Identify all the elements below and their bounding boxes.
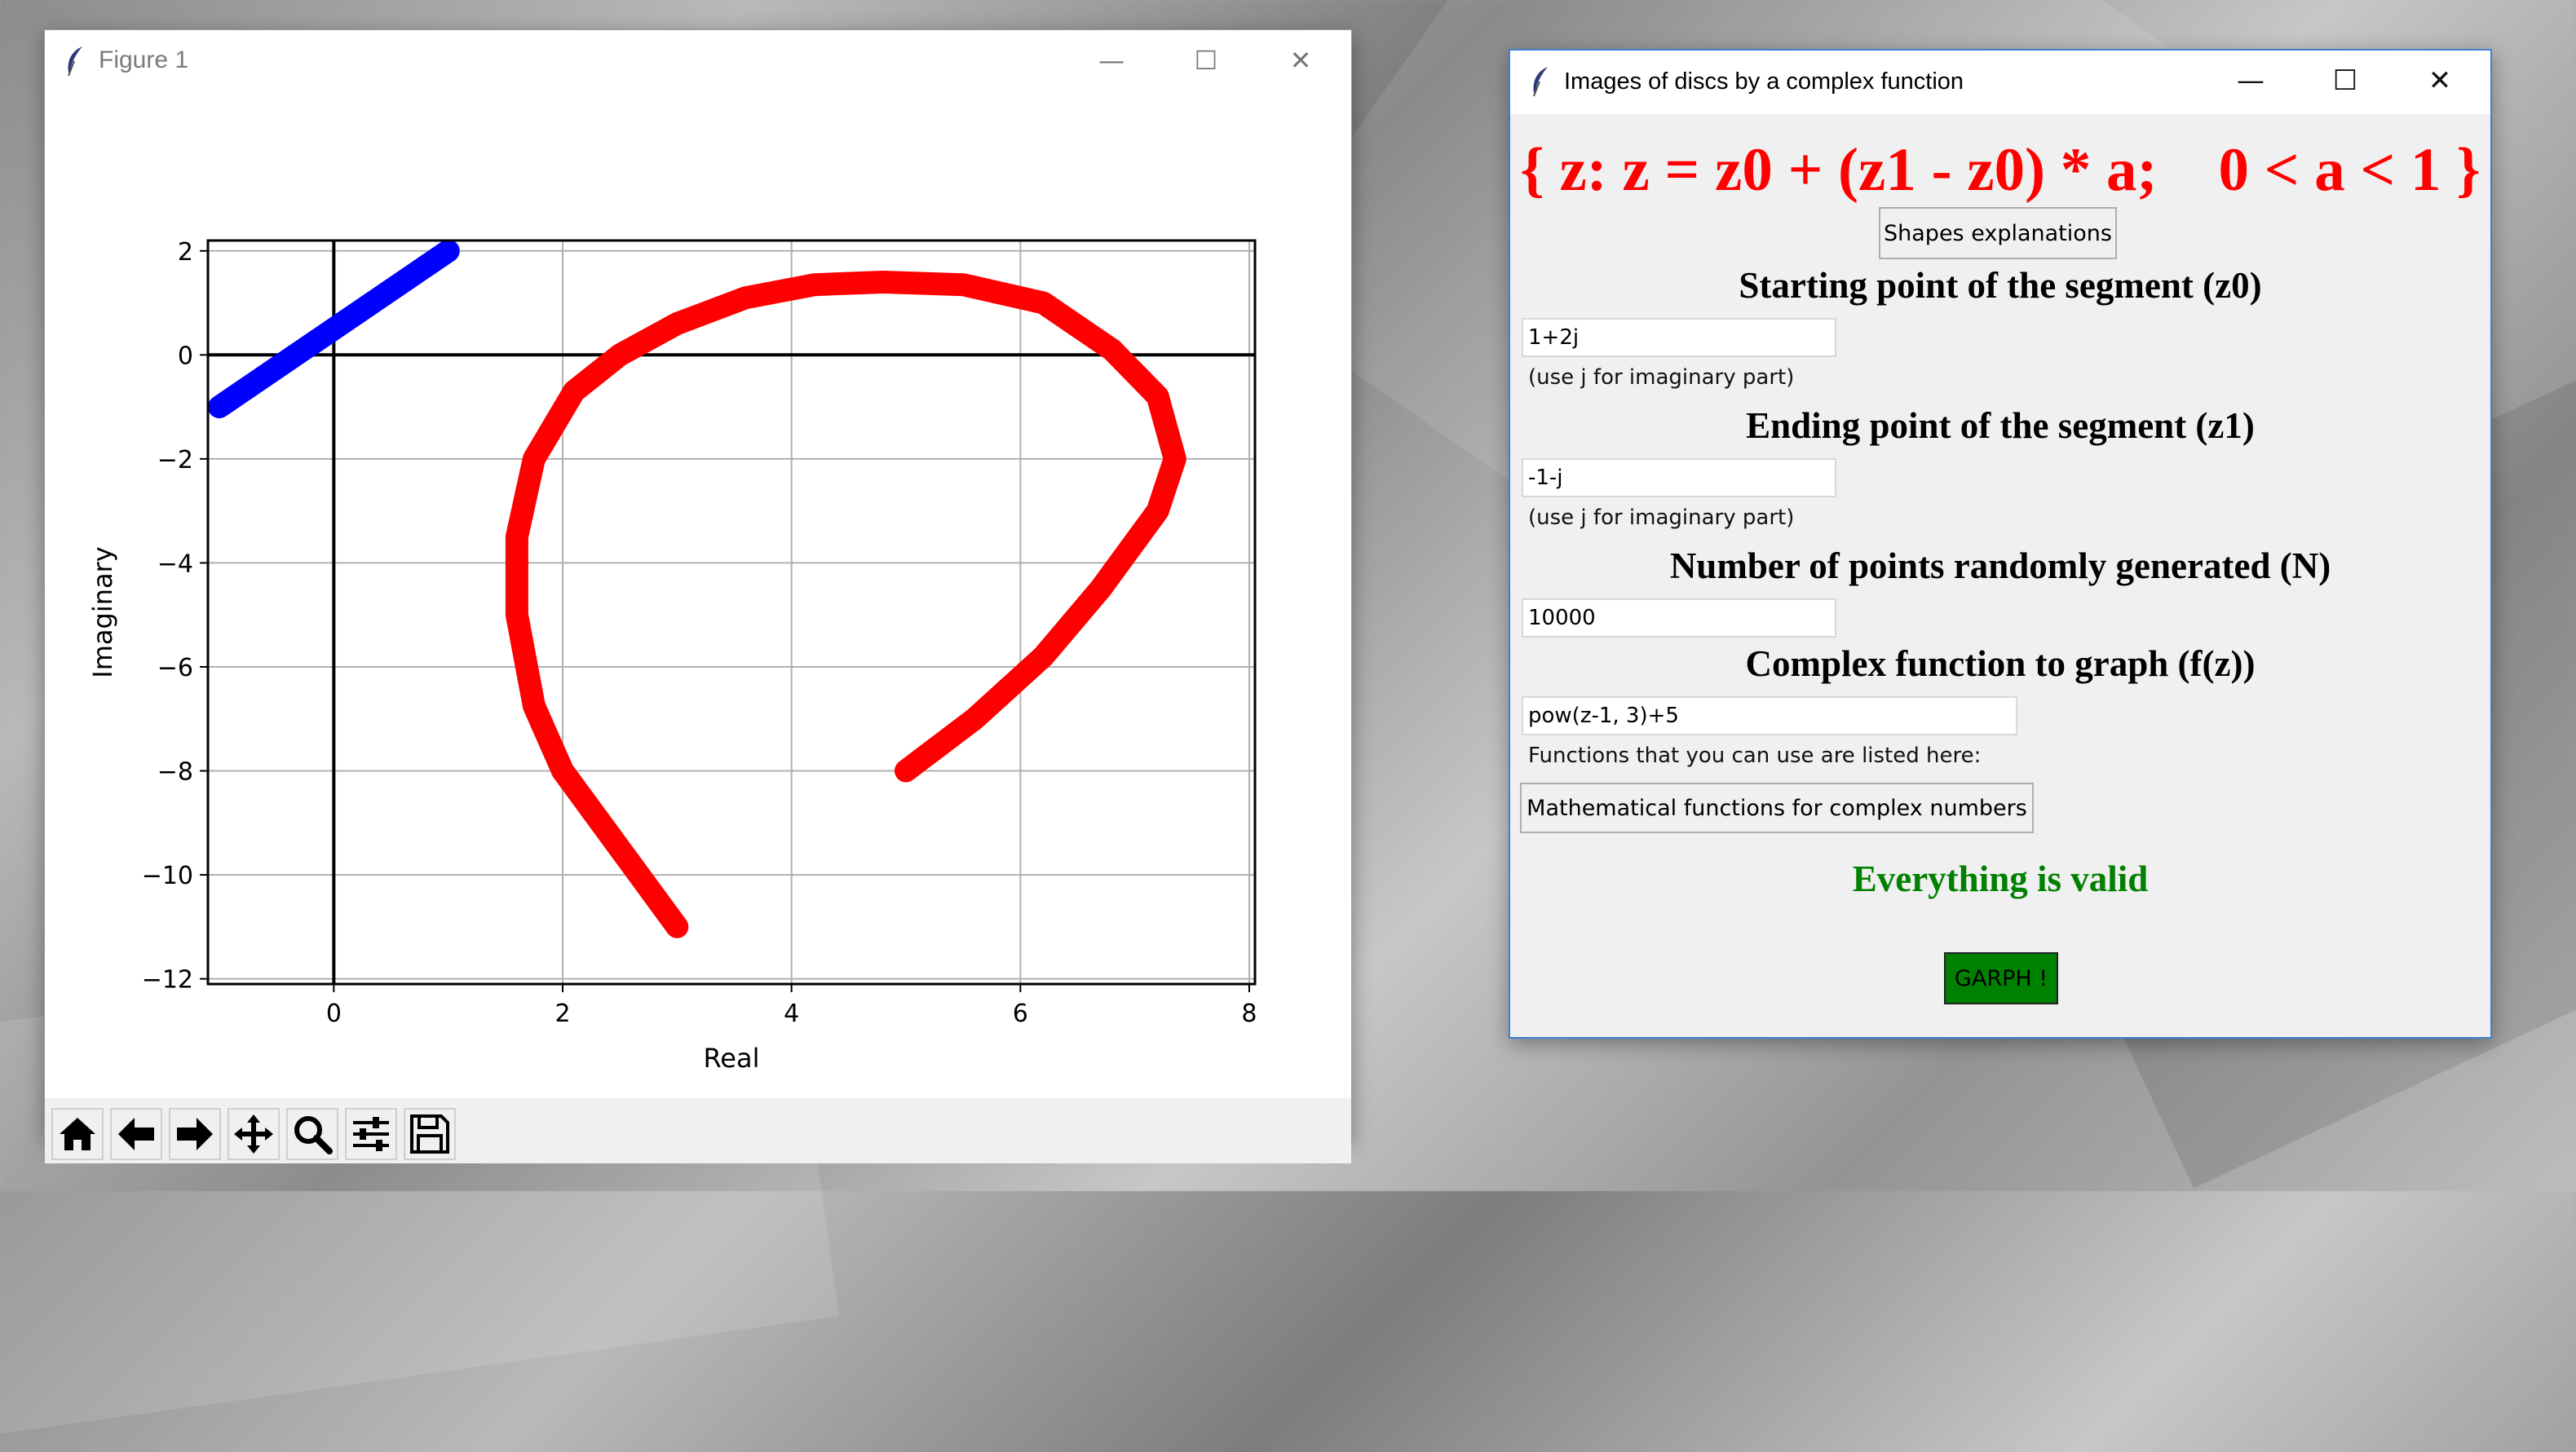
figure-canvas: 0 2 4 6 8 2 0 −2 −4 −6 −8 −10 −12 Real Imaginary xyxy=(45,94,1351,1098)
graph-button[interactable]: GARPH ! xyxy=(1944,952,2058,1004)
image-series xyxy=(505,271,1186,938)
save-button[interactable] xyxy=(404,1108,456,1160)
end-point-input[interactable] xyxy=(1522,458,1836,497)
app-titlebar[interactable]: Images of discs by a complex function — … xyxy=(1510,51,2490,114)
y-tick-label: −2 xyxy=(157,446,193,474)
npoints-heading: Number of points randomly generated (N) xyxy=(1669,545,2331,586)
y-tick-label: 2 xyxy=(178,238,193,267)
configure-subplots-button[interactable] xyxy=(345,1108,397,1160)
plot-area[interactable]: 0 2 4 6 8 2 0 −2 −4 −6 −8 −10 −12 Real Imaginary xyxy=(45,94,1351,1098)
minimize-button[interactable]: — xyxy=(2203,51,2298,114)
end-point-heading: Ending point of the segment (z1) xyxy=(1746,405,2255,446)
close-button[interactable]: ✕ xyxy=(2393,51,2487,114)
x-tick-label: 0 xyxy=(326,1000,342,1028)
feather-icon xyxy=(1533,67,1548,97)
status-message: Everything is valid xyxy=(1852,858,2149,899)
y-axis-label: Imaginary xyxy=(87,546,118,677)
forward-arrow-icon xyxy=(177,1118,213,1150)
function-heading: Complex function to graph (f(z)) xyxy=(1745,643,2256,684)
start-point-hint: (use j for imaginary part) xyxy=(1528,365,1795,390)
x-tick-label: 6 xyxy=(1013,1000,1028,1028)
feather-icon xyxy=(68,46,82,77)
minimize-button[interactable]: — xyxy=(1064,30,1159,94)
x-axis-label: Real xyxy=(704,1043,760,1074)
x-tick-label: 4 xyxy=(784,1000,799,1028)
figure-title: Figure 1 xyxy=(99,46,189,73)
segment-formula-title: { z: z = z0 + (z1 - z0) * a; 0 < a < 1 } xyxy=(1520,136,2481,204)
zoom-button[interactable] xyxy=(286,1108,338,1160)
zoom-icon xyxy=(294,1116,333,1154)
function-hint: Functions that you can use are listed he… xyxy=(1528,744,1982,768)
start-point-heading: Starting point of the segment (z0) xyxy=(1739,265,2262,306)
home-icon xyxy=(60,1118,95,1150)
close-button[interactable]: ✕ xyxy=(1253,30,1348,94)
x-tick-label: 8 xyxy=(1241,1000,1257,1028)
forward-button[interactable] xyxy=(169,1108,221,1160)
y-tick-label: −12 xyxy=(142,966,193,995)
app-title: Images of discs by a complex function xyxy=(1564,68,1964,95)
back-button[interactable] xyxy=(110,1108,162,1160)
y-tick-label: 0 xyxy=(178,342,193,370)
save-icon xyxy=(410,1114,449,1154)
math-functions-button[interactable]: Mathematical functions for complex numbe… xyxy=(1520,783,2034,833)
back-arrow-icon xyxy=(118,1118,154,1150)
app-window: Images of discs by a complex function — … xyxy=(1509,49,2492,1039)
figure-window: Figure 1 — ☐ ✕ 0 2 4 6 8 2 0 −2 −4 −6 −8 −10 −12 Real… xyxy=(44,29,1352,1163)
y-tick-label: −4 xyxy=(157,549,193,578)
y-tick-label: −10 xyxy=(142,862,193,890)
maximize-button[interactable]: ☐ xyxy=(2298,51,2393,114)
pan-button[interactable] xyxy=(228,1108,280,1160)
function-input[interactable] xyxy=(1522,696,2017,735)
y-tick-label: −6 xyxy=(157,654,193,682)
configure-subplots-icon xyxy=(353,1117,389,1151)
pan-icon xyxy=(234,1114,273,1154)
x-tick-label: 2 xyxy=(555,1000,570,1028)
maximize-button[interactable]: ☐ xyxy=(1159,30,1253,94)
figure-titlebar[interactable]: Figure 1 — ☐ ✕ xyxy=(45,30,1351,94)
shapes-explanations-button[interactable]: Shapes explanations xyxy=(1879,207,2117,259)
start-point-input[interactable] xyxy=(1522,318,1836,357)
end-point-hint: (use j for imaginary part) xyxy=(1528,505,1795,530)
home-button[interactable] xyxy=(51,1108,104,1160)
y-tick-label: −8 xyxy=(157,758,193,787)
navigation-toolbar xyxy=(45,1098,1351,1163)
npoints-input[interactable] xyxy=(1522,598,1836,638)
